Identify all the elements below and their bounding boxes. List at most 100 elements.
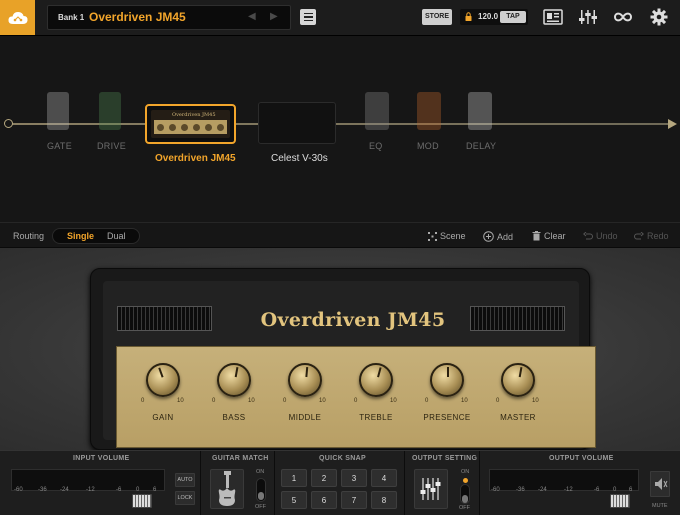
list-icon-bar [303, 16, 313, 18]
amp-head: Overdriven JM45 0 10 GAIN 0 10 BASS 0 10… [90, 268, 596, 450]
mini-knob [217, 123, 225, 131]
quick-snap-4[interactable]: 4 [371, 469, 397, 487]
settings-gear-icon[interactable] [649, 8, 669, 26]
mod-pedal-icon[interactable] [417, 92, 441, 130]
signal-output-icon [668, 119, 677, 129]
block-label-eq[interactable]: EQ [369, 141, 383, 151]
input-scale-tick: 0 [136, 487, 140, 493]
tempo-value[interactable]: 120.0 [478, 12, 498, 21]
amp-panel: Overdriven JM45 0 10 GAIN 0 10 BASS 0 10… [103, 281, 596, 448]
lock-button[interactable]: LOCK [175, 491, 195, 505]
quick-snap-5[interactable]: 5 [281, 491, 307, 509]
auto-button[interactable]: AUTO [175, 473, 195, 487]
guitar-match-switch[interactable] [256, 478, 266, 502]
tempo-control[interactable]: 120.0 TAP [460, 9, 528, 25]
input-scale-tick: -24 [60, 487, 69, 493]
master-knob-control[interactable]: 0 10 MASTER [488, 357, 548, 432]
divider [404, 451, 405, 515]
next-preset-icon[interactable]: ▶ [270, 11, 278, 22]
input-volume-fader[interactable] [132, 494, 152, 508]
quick-snap-2[interactable]: 2 [311, 469, 337, 487]
amp-mini-icon: Overdriven JM45 [151, 110, 230, 138]
bass-knob[interactable] [217, 363, 251, 397]
add-button[interactable]: Add [483, 231, 513, 242]
output-setting-title: OUTPUT SETTING [412, 455, 478, 462]
routing-dual-option[interactable]: Dual [107, 231, 126, 241]
quick-snap-8[interactable]: 8 [371, 491, 397, 509]
bottom-bar: INPUT VOLUME -60 -36 -24 -12 -6 0 6 AUTO… [0, 450, 680, 515]
knob-scale-min: 0 [212, 398, 216, 404]
quick-snap-7[interactable]: 7 [341, 491, 367, 509]
scene-button[interactable]: Scene [428, 231, 466, 241]
output-scale-tick: -36 [516, 487, 525, 493]
bass-knob-control[interactable]: 0 10 BASS [204, 357, 264, 432]
block-label-amp[interactable]: Overdriven JM45 [155, 153, 236, 164]
middle-label: MIDDLE [288, 413, 322, 422]
gate-pedal-icon[interactable] [47, 92, 69, 130]
mute-button[interactable] [650, 471, 670, 497]
quick-snap-1[interactable]: 1 [281, 469, 307, 487]
preset-list-button[interactable] [300, 9, 316, 25]
output-setting-switch[interactable] [460, 484, 470, 504]
eq-pedal-icon[interactable] [365, 92, 389, 130]
middle-knob[interactable] [288, 363, 322, 397]
redo-icon [634, 231, 644, 239]
input-scale-tick: -12 [86, 487, 95, 493]
prev-preset-icon[interactable]: ◀ [248, 11, 256, 22]
preset-selector[interactable]: Bank 1 Overdriven JM45 ◀ ▶ [47, 5, 291, 30]
redo-label: Redo [647, 231, 669, 241]
routing-bar: Routing Single Dual Scene Add Clear Undo… [0, 222, 680, 248]
master-knob[interactable] [501, 363, 535, 397]
drive-pedal-icon[interactable] [99, 92, 121, 130]
presence-knob-control[interactable]: 0 10 PRESENCE [417, 357, 477, 432]
mini-knob [205, 123, 213, 131]
block-label-mod[interactable]: MOD [417, 141, 439, 151]
scene-icon [428, 231, 437, 241]
routing-single-option[interactable]: Single [67, 231, 94, 241]
block-label-gate[interactable]: GATE [47, 141, 72, 151]
store-button[interactable]: STORE [422, 9, 452, 25]
lock-icon[interactable] [465, 12, 472, 21]
guitar-match-button[interactable] [210, 469, 244, 509]
link-icon[interactable] [613, 8, 633, 26]
divider [274, 451, 275, 515]
gain-knob[interactable] [146, 363, 180, 397]
amp-logo: Overdriven JM45 [260, 309, 446, 331]
mixer-icon[interactable] [578, 8, 598, 26]
delay-pedal-icon[interactable] [468, 92, 492, 130]
presence-label: PRESENCE [423, 413, 471, 422]
master-label: MASTER [500, 413, 536, 422]
knob-scale-max: 10 [390, 398, 397, 404]
speaker-icon [655, 478, 668, 490]
block-label-delay[interactable]: DELAY [466, 141, 496, 151]
output-volume-fader[interactable] [610, 494, 630, 508]
redo-button[interactable]: Redo [634, 231, 669, 241]
block-label-cabinet[interactable]: Celest V-30s [271, 153, 328, 164]
treble-knob[interactable] [359, 363, 393, 397]
routing-toggle[interactable]: Single Dual [52, 228, 140, 244]
add-label: Add [497, 231, 514, 242]
knob-scale-min: 0 [141, 398, 145, 404]
cloud-icon [7, 11, 28, 24]
presence-knob[interactable] [430, 363, 464, 397]
amp-block[interactable]: Overdriven JM45 [145, 104, 236, 144]
input-scale-tick: -36 [38, 487, 47, 493]
clear-button[interactable]: Clear [532, 231, 566, 241]
knob-scale-max: 10 [461, 398, 468, 404]
amp-faceplate: 0 10 GAIN 0 10 BASS 0 10 MIDDLE 0 10 TRE… [116, 346, 596, 448]
quick-snap-6[interactable]: 6 [311, 491, 337, 509]
input-scale-tick: -60 [14, 487, 23, 493]
middle-knob-control[interactable]: 0 10 MIDDLE [275, 357, 335, 432]
tap-tempo-button[interactable]: TAP [500, 11, 526, 23]
editor-view-icon[interactable] [543, 8, 563, 26]
cloud-button[interactable] [0, 0, 35, 35]
undo-button[interactable]: Undo [583, 231, 618, 241]
output-setting-button[interactable] [414, 469, 448, 509]
treble-knob-control[interactable]: 0 10 TREBLE [346, 357, 406, 432]
guitar-match-title: GUITAR MATCH [212, 455, 269, 462]
block-label-drive[interactable]: DRIVE [97, 141, 126, 151]
cabinet-block[interactable] [258, 102, 336, 144]
quick-snap-3[interactable]: 3 [341, 469, 367, 487]
gain-knob-control[interactable]: 0 10 GAIN [133, 357, 193, 432]
output-scale-tick: -24 [538, 487, 547, 493]
